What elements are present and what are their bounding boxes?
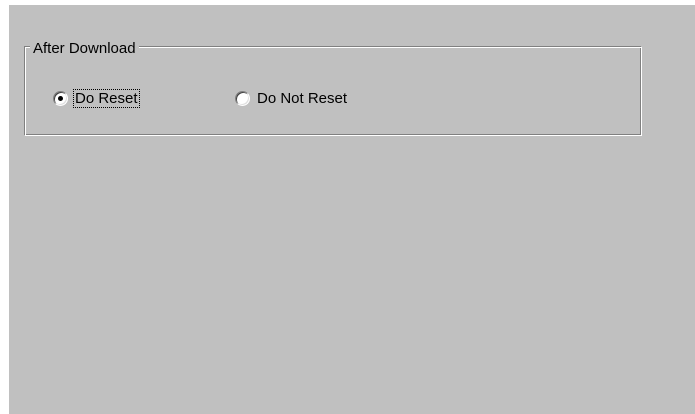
radio-button-unchecked-icon[interactable] bbox=[235, 90, 250, 106]
do-not-reset-label[interactable]: Do Not Reset bbox=[256, 90, 348, 107]
radio-button-checked-icon[interactable] bbox=[53, 90, 68, 106]
do-reset-radio[interactable]: Do Reset bbox=[53, 86, 140, 110]
group-title: After Download bbox=[30, 40, 139, 57]
screen: After Download Do Reset Do Not Reset bbox=[0, 0, 695, 414]
radio-dot-icon bbox=[58, 95, 63, 101]
do-not-reset-radio[interactable]: Do Not Reset bbox=[235, 86, 348, 110]
do-reset-label[interactable]: Do Reset bbox=[73, 88, 140, 108]
